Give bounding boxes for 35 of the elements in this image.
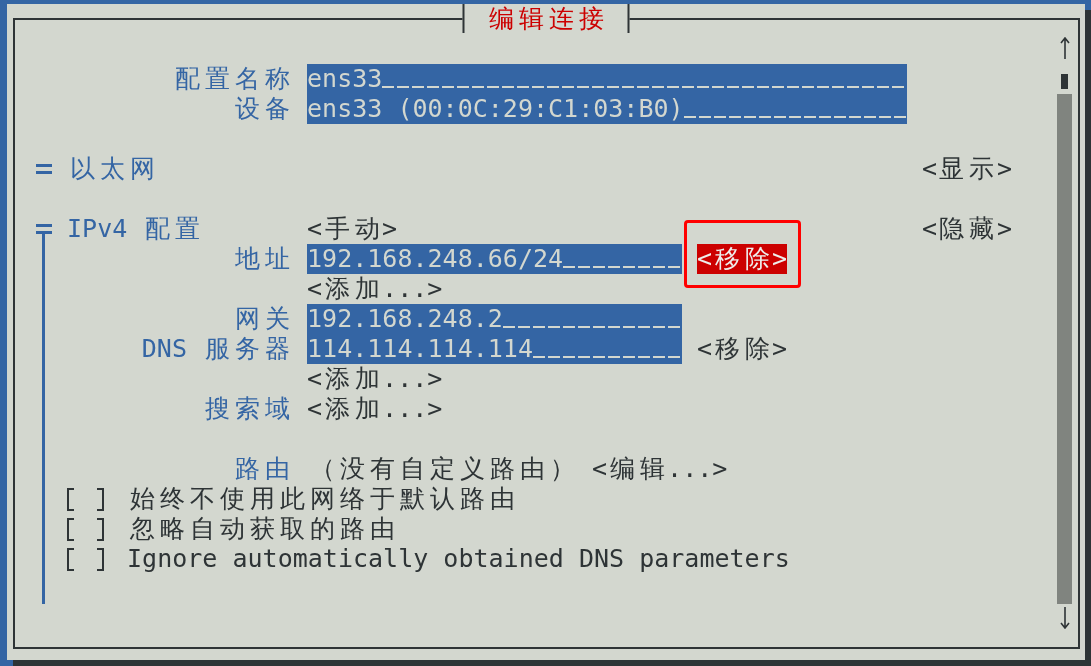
toggle-button[interactable]: <显示> bbox=[921, 154, 1012, 184]
section-title: IPv4 配置 bbox=[67, 214, 201, 244]
input-field[interactable]: 114.114.114.114 bbox=[307, 334, 682, 364]
add-button[interactable]: <添加...> bbox=[307, 364, 443, 394]
window-title: 编辑连接 bbox=[462, 4, 630, 33]
field-label: DNS 服务器 bbox=[141, 334, 291, 364]
checkbox[interactable] bbox=[67, 517, 104, 541]
field-label: 地址 bbox=[233, 244, 291, 274]
add-button[interactable]: <添加...> bbox=[307, 394, 443, 424]
input-field[interactable]: 192.168.248.66/24 bbox=[307, 244, 682, 274]
input-field[interactable]: 192.168.248.2 bbox=[307, 304, 682, 334]
checkbox[interactable] bbox=[67, 487, 104, 511]
checkbox-label: 忽略自动获取的路由 bbox=[128, 514, 396, 544]
input-field[interactable]: ens33 bbox=[307, 64, 907, 94]
remove-button[interactable]: <移除> bbox=[697, 334, 788, 364]
field-label: 配置名称 bbox=[173, 64, 291, 94]
scroll-up-icon[interactable] bbox=[1059, 37, 1070, 59]
section-title: 以太网 bbox=[68, 154, 156, 184]
input-field[interactable]: ens33 (00:0C:29:C1:03:B0) bbox=[307, 94, 907, 124]
field-label: 网关 bbox=[233, 304, 291, 334]
route-summary: （没有自定义路由） bbox=[308, 454, 576, 484]
remove-button[interactable]: <移除> bbox=[697, 244, 788, 274]
toggle-button[interactable]: <隐藏> bbox=[921, 214, 1012, 244]
mode-button[interactable]: <手动> bbox=[307, 214, 398, 244]
field-label: 路由 bbox=[233, 454, 291, 484]
scroll-down-icon[interactable] bbox=[1059, 607, 1070, 629]
edit-button[interactable]: <编辑...> bbox=[592, 454, 728, 484]
field-label: 搜索域 bbox=[203, 394, 291, 424]
checkbox-label: Ignore automatically obtained DNS parameters bbox=[127, 544, 790, 574]
scrollbar-thumb[interactable] bbox=[1061, 74, 1068, 89]
field-label: 设备 bbox=[233, 94, 291, 124]
add-button[interactable]: <添加...> bbox=[307, 274, 443, 304]
checkbox-label: 始终不使用此网络于默认路由 bbox=[128, 484, 516, 514]
checkbox[interactable] bbox=[67, 547, 104, 571]
scrollbar-track[interactable] bbox=[1057, 94, 1072, 604]
